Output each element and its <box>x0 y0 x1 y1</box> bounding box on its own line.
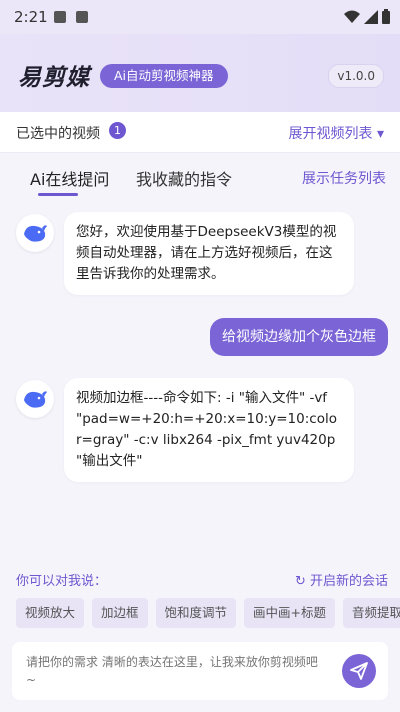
notification-a-icon <box>76 11 88 23</box>
message-input-box <box>12 642 388 700</box>
version-badge: v1.0.0 <box>328 64 384 88</box>
app-logo: 易剪媒 <box>18 65 90 91</box>
suggestion-chip[interactable]: 饱和度调节 <box>155 598 237 628</box>
slogan-badge: Ai自动剪视频神器 <box>100 64 228 88</box>
app-header: 易剪媒 Ai自动剪视频神器 v1.0.0 <box>0 34 400 112</box>
send-arrow-icon <box>350 662 368 680</box>
suggestion-chip[interactable]: 音频提取 <box>343 598 400 628</box>
status-time: 2:21 <box>14 8 48 26</box>
suggestion-chip[interactable]: 加边框 <box>92 598 148 628</box>
suggestion-chip[interactable]: 视频放大 <box>16 598 85 628</box>
bot-avatar <box>16 380 54 418</box>
active-tab-indicator <box>38 193 78 196</box>
suggestion-chips: 视频放大 加边框 饱和度调节 画中画+标题 音频提取 <box>16 598 400 630</box>
status-bar: 2:21 <box>0 0 400 34</box>
user-message: 给视频边缘加个灰色边框 <box>210 318 388 356</box>
selected-video-label: 已选中的视频 <box>16 126 100 142</box>
bot-avatar <box>16 214 54 252</box>
deepseek-whale-icon <box>24 391 47 408</box>
bot-message: 视频加边框----命令如下: -i "输入文件" -vf "pad=w=+20:… <box>64 378 354 482</box>
expand-video-list-button[interactable]: 展开视频列表 ▾ <box>289 123 384 143</box>
tab-ai-ask[interactable]: Ai在线提问 <box>30 166 109 190</box>
suggestion-chip[interactable]: 画中画+标题 <box>244 598 336 628</box>
suggestions-title: 你可以对我说： <box>16 574 108 589</box>
send-button[interactable] <box>342 654 376 688</box>
tab-favorite-commands[interactable]: 我收藏的指令 <box>136 166 232 190</box>
selected-video-bar: 已选中的视频 1 展开视频列表 ▾ <box>0 112 400 153</box>
deepseek-whale-icon <box>24 225 47 242</box>
gallery-icon <box>54 11 66 23</box>
signal-icon <box>364 10 378 24</box>
show-task-list-button[interactable]: 展示任务列表 <box>302 168 386 188</box>
new-session-button[interactable]: ↻ 开启新的会话 <box>295 570 388 589</box>
message-input[interactable] <box>26 653 326 689</box>
wifi-icon <box>344 10 360 23</box>
bot-message: 您好，欢迎使用基于DeepseekV3模型的视频自动处理器，请在上方选好视频后，… <box>64 212 354 295</box>
selected-count-badge: 1 <box>109 122 126 139</box>
battery-icon <box>382 9 390 24</box>
tab-bar: Ai在线提问 我收藏的指令 展示任务列表 <box>0 153 400 199</box>
